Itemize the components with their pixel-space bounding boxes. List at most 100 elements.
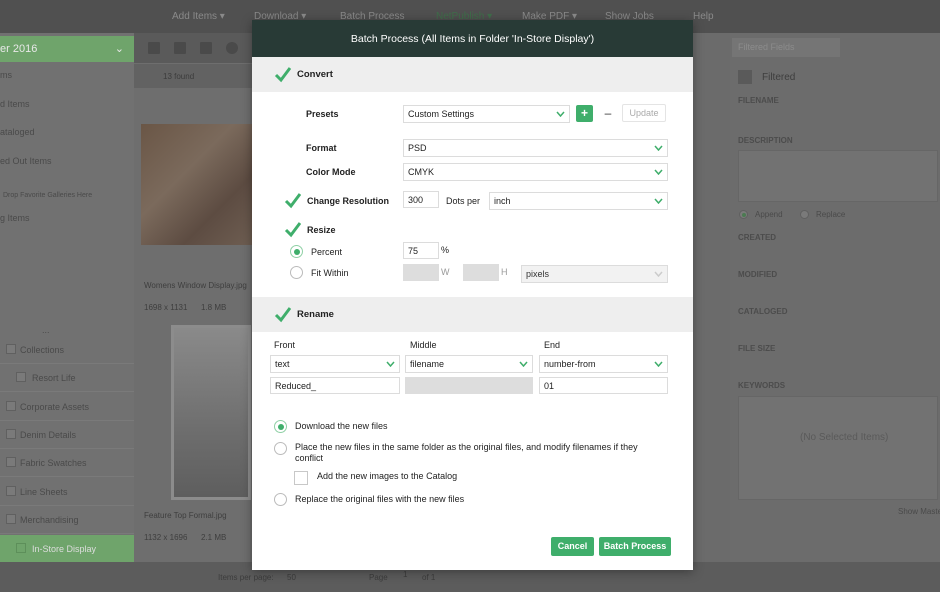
- tree-item[interactable]: Line Sheets: [0, 478, 134, 506]
- checkmark-icon: [274, 307, 291, 323]
- filter-label: Filtered: [762, 72, 796, 83]
- folder-icon: [6, 401, 16, 411]
- chevron-down-icon: [654, 271, 663, 277]
- dialog-title: Batch Process (All Items in Folder 'In-S…: [252, 20, 693, 57]
- add-to-catalog-label: Add the new images to the Catalog: [317, 471, 458, 481]
- replace-originals-radio[interactable]: [274, 493, 287, 506]
- checkmark-icon: [284, 193, 301, 209]
- middle-text-input[interactable]: [405, 377, 533, 394]
- tree-item[interactable]: Collections: [0, 336, 134, 364]
- list-view-icon[interactable]: [174, 42, 186, 54]
- checkmark-icon: [284, 222, 301, 238]
- chevron-down-icon: [654, 198, 663, 204]
- cancel-button[interactable]: Cancel: [551, 537, 594, 556]
- format-select[interactable]: PSD: [403, 139, 668, 157]
- add-to-catalog-checkbox[interactable]: [294, 471, 308, 485]
- thumbnail-image[interactable]: [141, 124, 252, 245]
- download-label: Download the new files: [295, 421, 388, 431]
- width-input[interactable]: [403, 264, 439, 281]
- end-number-input[interactable]: 01: [539, 377, 668, 394]
- middle-label: Middle: [410, 340, 437, 350]
- front-text-input[interactable]: Reduced_: [270, 377, 400, 394]
- resize-label: Resize: [307, 225, 336, 235]
- thumbnail-image[interactable]: [171, 325, 251, 500]
- no-selection-text: (No Selected Items): [800, 432, 889, 443]
- middle-select[interactable]: filename: [405, 355, 533, 373]
- left-item[interactable]: ataloged: [0, 127, 35, 137]
- thumbnail-name: Womens Window Display.jpg: [144, 281, 247, 290]
- percent-input[interactable]: 75: [403, 242, 439, 259]
- presets-label: Presets: [306, 109, 339, 119]
- fit-unit-select[interactable]: pixels: [521, 265, 668, 283]
- resize-checkbox[interactable]: [284, 221, 301, 238]
- filter-row[interactable]: Filtered: [738, 70, 938, 84]
- color-mode-select[interactable]: CMYK: [403, 163, 668, 181]
- rename-label: Rename: [297, 309, 334, 320]
- front-select[interactable]: text: [270, 355, 400, 373]
- percent-label: Percent: [311, 247, 343, 257]
- square-view-icon[interactable]: [200, 42, 212, 54]
- convert-checkbox[interactable]: [274, 66, 291, 83]
- refresh-icon[interactable]: [226, 42, 238, 54]
- resolution-input[interactable]: 300: [403, 191, 439, 208]
- show-master-button[interactable]: Show Maste: [898, 507, 940, 516]
- filter-checkbox[interactable]: [738, 70, 752, 84]
- nav-help[interactable]: Help: [693, 11, 714, 22]
- description-field[interactable]: [738, 150, 938, 202]
- tree-item[interactable]: Merchandising: [0, 506, 134, 534]
- page-input[interactable]: 1: [403, 570, 407, 579]
- results-bar: 13 found: [134, 64, 254, 88]
- chevron-down-icon: [654, 145, 663, 151]
- tree-item-active[interactable]: In-Store Display: [0, 535, 134, 563]
- panel-divider[interactable]: ...: [42, 325, 50, 335]
- update-preset-button[interactable]: Update: [622, 104, 666, 122]
- append-label: Append: [755, 210, 783, 219]
- append-radio[interactable]: [739, 210, 748, 219]
- format-label: Format: [306, 143, 337, 153]
- nav-add-items[interactable]: Add Items ▾: [172, 11, 225, 22]
- left-item[interactable]: g Items: [0, 213, 30, 223]
- keywords-box: [738, 396, 938, 500]
- field-label: MODIFIED: [738, 270, 778, 279]
- download-radio[interactable]: [274, 420, 287, 433]
- favorites-drop-hint: Drop Favorite Galleries Here: [3, 192, 93, 199]
- items-per-page-select[interactable]: 50: [287, 573, 296, 582]
- batch-process-button[interactable]: Batch Process: [599, 537, 671, 556]
- height-input[interactable]: [463, 264, 499, 281]
- presets-select[interactable]: Custom Settings: [403, 105, 570, 123]
- chevron-down-icon: [654, 169, 663, 175]
- tree-item[interactable]: Resort Life: [0, 364, 134, 392]
- folder-icon: [6, 486, 16, 496]
- end-select[interactable]: number-from: [539, 355, 668, 373]
- left-item[interactable]: d Items: [0, 99, 30, 109]
- field-select[interactable]: Filtered Fields: [732, 38, 840, 57]
- tree-item[interactable]: Denim Details: [0, 421, 134, 449]
- place-same-folder-radio[interactable]: [274, 442, 287, 455]
- fit-within-radio[interactable]: [290, 266, 303, 279]
- tree-item[interactable]: Fabric Swatches: [0, 449, 134, 477]
- folder-selector[interactable]: er 2016 ⌄: [0, 36, 134, 62]
- field-label: KEYWORDS: [738, 381, 786, 390]
- items-per-page-label: Items per page:: [218, 573, 274, 582]
- left-item[interactable]: ms: [0, 70, 12, 80]
- rename-checkbox[interactable]: [274, 306, 291, 323]
- front-label: Front: [274, 340, 296, 350]
- grid-view-icon[interactable]: [148, 42, 160, 54]
- thumbnail-dims: 1698 x 1131: [144, 303, 188, 312]
- rename-section-header: Rename: [252, 297, 693, 332]
- thumbnail-dims: 1132 x 1696: [144, 533, 188, 542]
- add-preset-button[interactable]: +: [576, 105, 593, 122]
- folder-title: er 2016: [0, 43, 38, 55]
- folder-icon: [6, 344, 16, 354]
- convert-section-header: Convert: [252, 57, 693, 92]
- left-item[interactable]: ed Out Items: [0, 156, 52, 166]
- percent-radio[interactable]: [290, 245, 303, 258]
- thumbnail-size: 2.1 MB: [201, 533, 227, 542]
- tree-item[interactable]: Corporate Assets: [0, 393, 134, 421]
- folder-icon: [6, 514, 16, 524]
- change-resolution-checkbox[interactable]: [284, 192, 301, 209]
- folder-icon: [16, 372, 26, 382]
- remove-preset-button[interactable]: –: [602, 106, 614, 121]
- dots-unit-select[interactable]: inch: [489, 192, 668, 210]
- replace-radio[interactable]: [800, 210, 809, 219]
